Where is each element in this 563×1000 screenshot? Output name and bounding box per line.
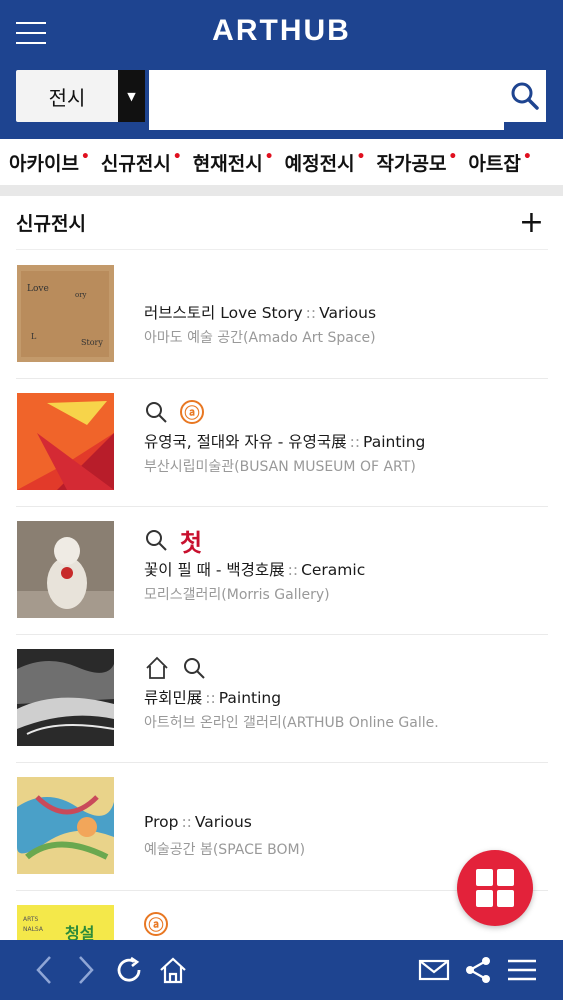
exhibition-title: Prop:: Various	[144, 813, 252, 831]
list-item[interactable]: Love ory L Story 러브스토리 Love Story:: Vario…	[16, 251, 548, 379]
list-item[interactable]: ⓐ 유영국, 절대와 자유 - 유영국展:: Painting 부산시립미술관(B…	[16, 379, 548, 507]
category-nav: 아카이브 • 신규전시 • 현재전시 • 예정전시 • 작가공모 • 아트잡 •	[0, 139, 563, 185]
back-icon[interactable]	[28, 940, 60, 1000]
add-button[interactable]: +	[519, 207, 544, 238]
nav-item-upcoming[interactable]: 예정전시 •	[285, 149, 366, 176]
nav-item-current[interactable]: 현재전시 •	[193, 149, 274, 176]
exhibition-title: 유영국, 절대와 자유 - 유영국展:: Painting	[144, 433, 426, 451]
divider	[0, 185, 563, 196]
section-title: 신규전시	[16, 213, 86, 235]
nav-item-artist-call[interactable]: 작가공모 •	[377, 149, 458, 176]
search-icon[interactable]	[182, 656, 206, 680]
chevron-down-icon: ▼	[118, 70, 145, 122]
exhibition-thumbnail	[17, 521, 114, 618]
nav-item-label: 아카이브	[9, 152, 79, 175]
search-icon	[511, 82, 539, 110]
nav-item-label: 작가공모	[376, 152, 447, 175]
grid-icon	[476, 869, 514, 907]
refresh-icon[interactable]	[112, 940, 146, 1000]
nav-item-label: 예정전시	[284, 152, 355, 175]
search-icon[interactable]	[144, 528, 168, 552]
svg-text:ARTS: ARTS	[23, 916, 39, 923]
nav-item-label: 아트잡	[468, 152, 521, 175]
exhibition-venue: 부산시립미술관(BUSAN MUSEUM OF ART)	[144, 459, 416, 475]
category-select[interactable]: 전시 ▼	[16, 70, 145, 122]
section-header: 신규전시 +	[16, 196, 548, 250]
list-item[interactable]: 류회민展:: Painting 아트허브 온라인 갤러리(ARTHUB Onlin…	[16, 635, 548, 763]
exhibition-venue: 모리스갤러리(Morris Gallery)	[144, 587, 330, 603]
a-badge-icon: ⓐ	[180, 400, 204, 424]
nav-item-art-job[interactable]: 아트잡 •	[468, 149, 531, 176]
svg-text:L: L	[31, 332, 37, 341]
svg-text:ory: ory	[75, 291, 87, 299]
exhibition-thumbnail: Love ory L Story	[17, 265, 114, 362]
category-select-value: 전시	[48, 85, 86, 110]
nav-item-label: 현재전시	[192, 152, 263, 175]
exhibition-thumbnail	[17, 777, 114, 874]
home-icon[interactable]	[144, 655, 170, 681]
bottom-bar	[0, 940, 563, 1000]
home-icon[interactable]	[155, 940, 191, 1000]
exhibition-venue: 아트허브 온라인 갤러리(ARTHUB Online Galle.	[144, 715, 439, 731]
search-icon[interactable]	[144, 400, 168, 424]
menu-icon[interactable]	[503, 940, 541, 1000]
search-button[interactable]	[504, 70, 546, 122]
nav-item-new[interactable]: 신규전시 •	[101, 149, 182, 176]
exhibition-venue: 예술공간 봄(SPACE BOM)	[144, 842, 306, 858]
app-title: ARTHUB	[212, 14, 351, 47]
exhibition-title: 류회민展:: Painting	[144, 689, 282, 707]
grid-menu-button[interactable]	[457, 850, 533, 926]
svg-text:Story: Story	[81, 338, 103, 347]
share-icon[interactable]	[460, 940, 496, 1000]
exhibition-title: 꽃이 필 때 - 백경호展:: Ceramic	[144, 561, 366, 579]
nav-item-label: 신규전시	[100, 152, 171, 175]
top-bar: ARTHUB 전시 ▼	[0, 0, 563, 139]
exhibition-title: 러브스토리 Love Story:: Various	[144, 304, 377, 322]
exhibition-venue: 아마도 예술 공간(Amado Art Space)	[144, 330, 376, 346]
a-badge-icon: ⓐ	[144, 912, 168, 936]
mail-icon[interactable]	[416, 940, 452, 1000]
search-input[interactable]	[149, 70, 504, 130]
svg-text:Love: Love	[27, 284, 49, 294]
svg-text:NALSA: NALSA	[23, 926, 44, 933]
nav-item-archive[interactable]: 아카이브 •	[9, 149, 90, 176]
first-badge-icon: 첫	[180, 528, 203, 557]
list-item[interactable]: 첫 꽃이 필 때 - 백경호展:: Ceramic 모리스갤러리(Morris G…	[16, 507, 548, 635]
exhibition-thumbnail	[17, 393, 114, 490]
forward-icon[interactable]	[70, 940, 102, 1000]
exhibition-thumbnail	[17, 649, 114, 746]
